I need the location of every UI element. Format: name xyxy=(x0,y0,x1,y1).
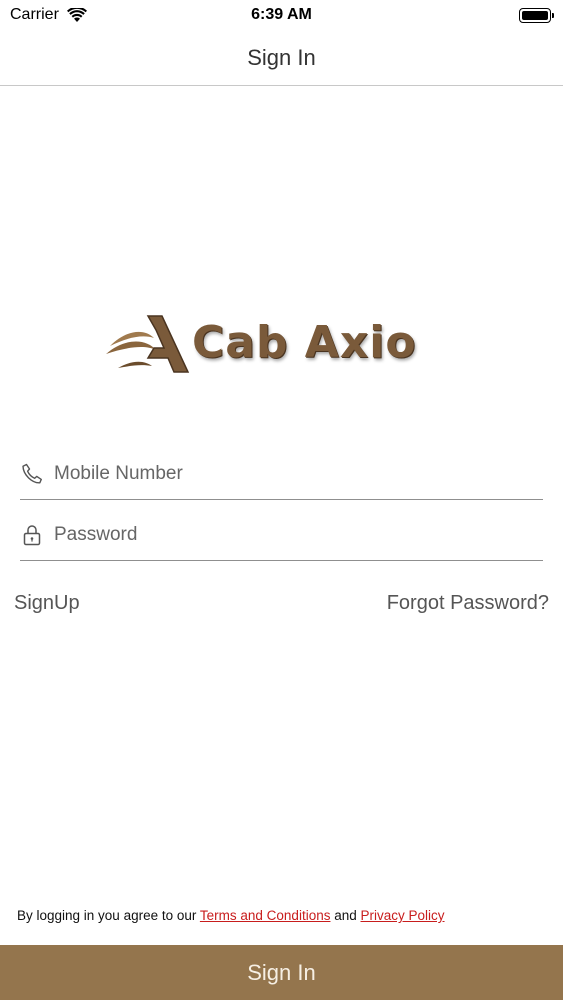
logo-text: Cab Axio xyxy=(192,317,417,368)
signup-link[interactable]: SignUp xyxy=(14,592,80,615)
forgot-password-link[interactable]: Forgot Password? xyxy=(387,592,549,615)
nav-bar: Sign In xyxy=(0,30,563,86)
privacy-policy-link[interactable]: Privacy Policy xyxy=(361,908,445,923)
app-logo: A Cab Axio xyxy=(104,305,454,380)
phone-icon xyxy=(22,463,42,484)
mobile-number-field[interactable] xyxy=(20,448,543,500)
terms-link[interactable]: Terms and Conditions xyxy=(200,908,331,923)
password-field[interactable] xyxy=(20,509,543,561)
logo-mark-icon: A xyxy=(106,314,190,373)
auth-links: SignUp Forgot Password? xyxy=(14,588,549,618)
terms-notice: By logging in you agree to our Terms and… xyxy=(17,908,547,923)
password-input[interactable] xyxy=(54,514,524,555)
battery-level xyxy=(522,10,548,20)
sign-in-screen: Carrier 6:39 AM Sign In A Cab Axio xyxy=(0,0,563,1000)
battery-icon xyxy=(519,7,554,23)
lock-icon xyxy=(23,524,41,545)
wifi-icon xyxy=(66,7,87,22)
terms-prefix: By logging in you agree to our xyxy=(17,908,200,923)
status-bar: Carrier 6:39 AM xyxy=(0,0,563,30)
terms-middle: and xyxy=(330,908,361,923)
mobile-number-input[interactable] xyxy=(54,453,524,494)
carrier-label: Carrier xyxy=(10,6,59,23)
page-title: Sign In xyxy=(247,44,316,70)
status-left: Carrier xyxy=(10,6,87,24)
sign-in-button[interactable]: Sign In xyxy=(0,945,563,1000)
